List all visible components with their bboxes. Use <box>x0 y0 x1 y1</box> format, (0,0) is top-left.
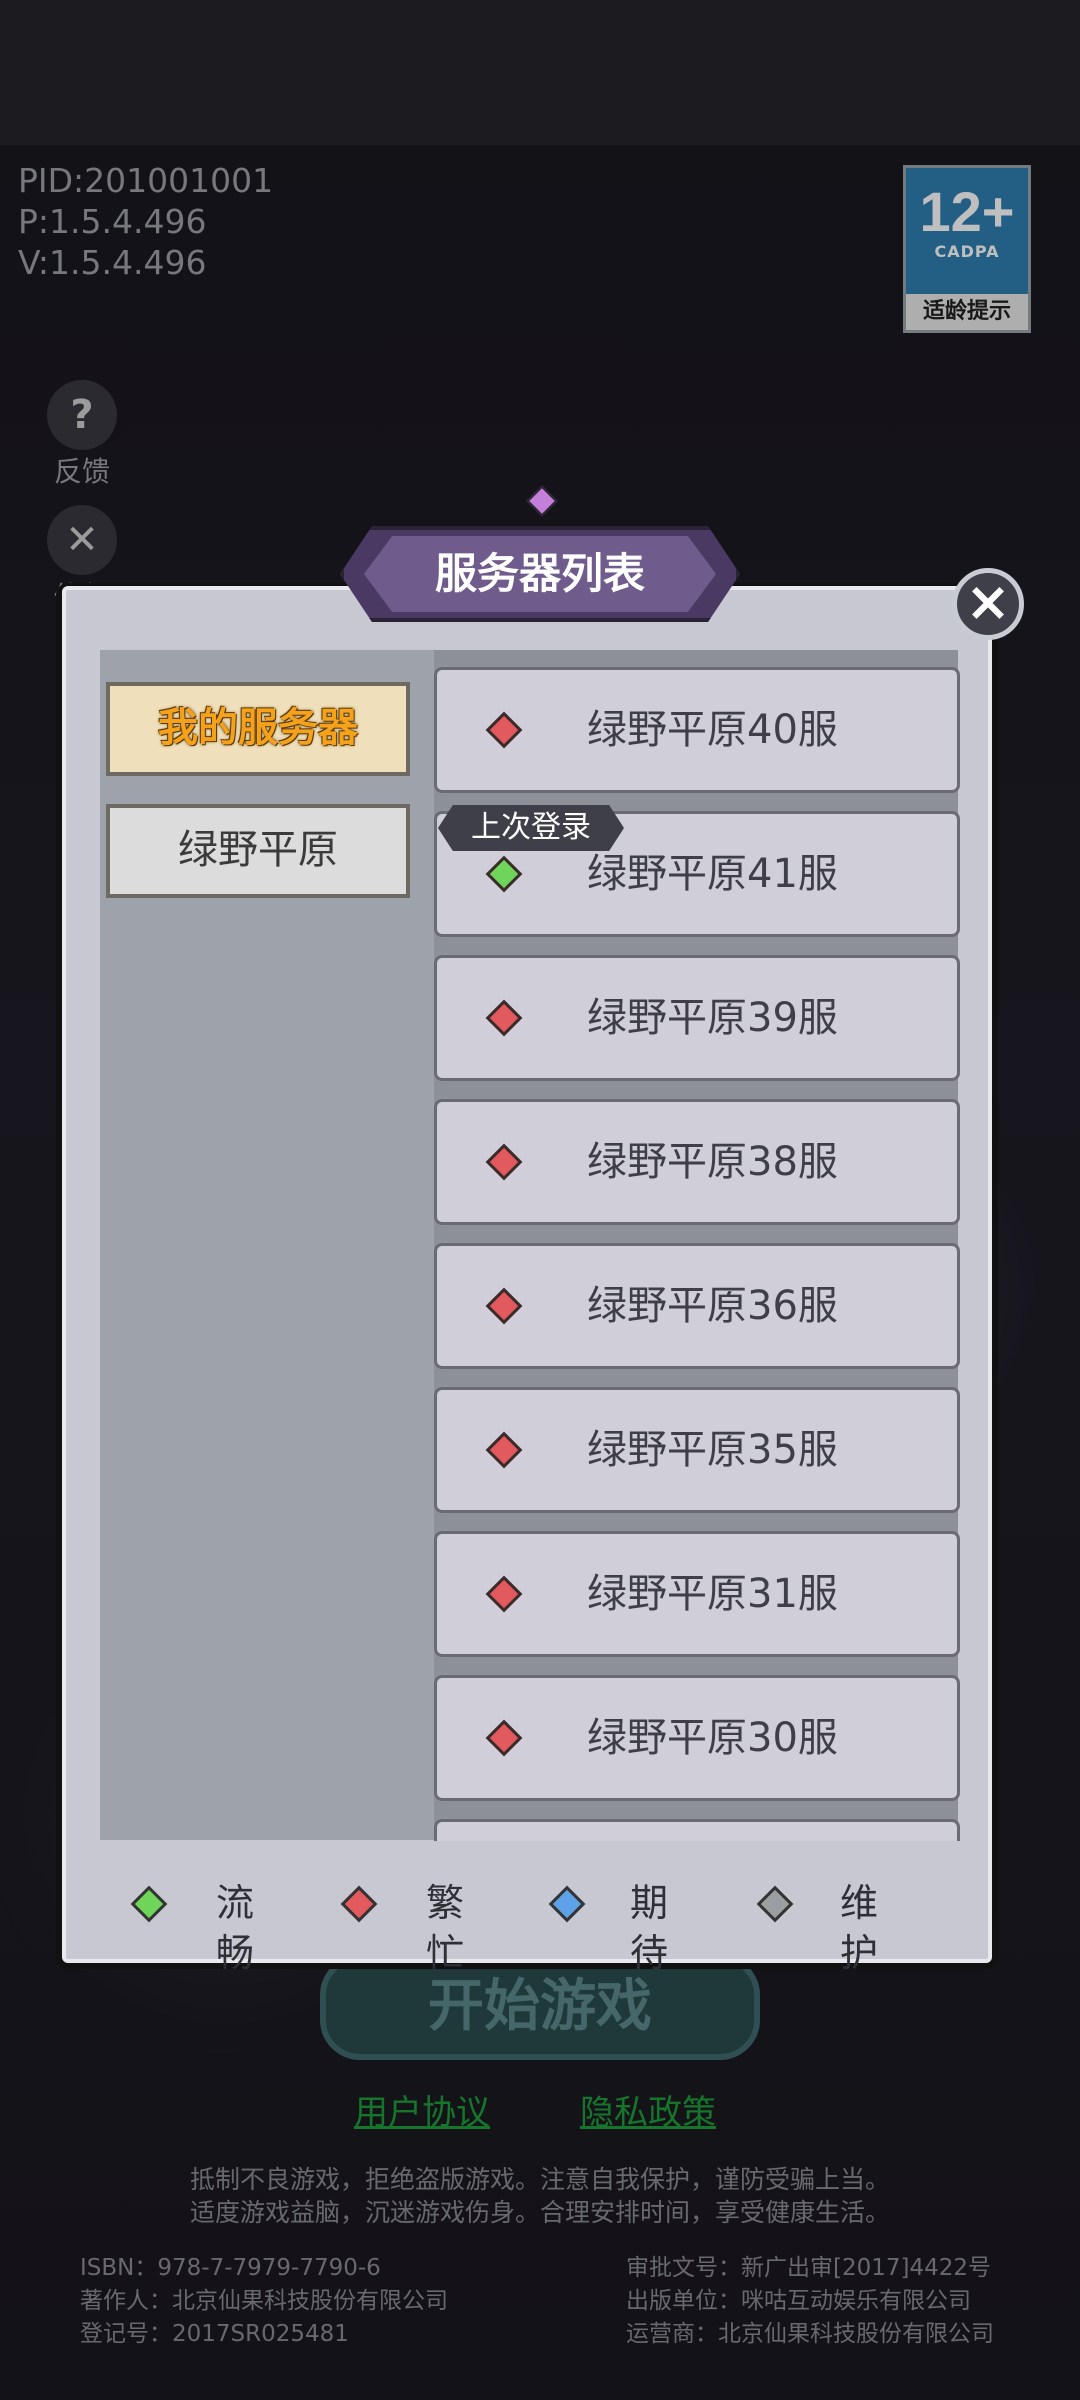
server-item[interactable]: 绿野平原30服 <box>434 1675 960 1801</box>
close-button[interactable]: × <box>952 568 1024 640</box>
server-item[interactable]: 绿野平原39服 <box>434 955 960 1081</box>
tab-my-servers[interactable]: 我的服务器 <box>106 682 410 776</box>
legend-maintain-label: 维护 <box>840 1881 879 1975</box>
busy-status-icon <box>485 1287 523 1325</box>
legend-smooth-label: 流畅 <box>216 1881 255 1975</box>
smooth-status-icon <box>485 855 523 893</box>
modal-title: 服务器列表 <box>434 549 645 598</box>
server-name: 绿野平原35服 <box>587 1427 838 1473</box>
server-item-partial[interactable] <box>434 1819 960 1841</box>
server-name: 绿野平原30服 <box>587 1715 838 1761</box>
server-name: 绿野平原36服 <box>587 1283 838 1329</box>
server-item[interactable]: 绿野平原35服 <box>434 1387 960 1513</box>
server-name: 绿野平原40服 <box>587 707 838 753</box>
server-item[interactable]: 绿野平原38服 <box>434 1099 960 1225</box>
legend-expect-label: 期待 <box>630 1881 669 1975</box>
close-icon: × <box>965 570 1011 633</box>
server-name: 绿野平原39服 <box>587 995 838 1041</box>
tab-lvye-pingyuan[interactable]: 绿野平原 <box>106 804 410 898</box>
last-login-tag: 上次登录 <box>438 805 624 851</box>
server-item[interactable]: 绿野平原40服 <box>434 667 960 793</box>
server-name: 绿野平原38服 <box>587 1139 838 1185</box>
server-item[interactable]: 绿野平原31服 <box>434 1531 960 1657</box>
server-name: 绿野平原41服 <box>587 851 838 897</box>
busy-status-icon <box>485 1431 523 1469</box>
modal-title-plate: 服务器列表 <box>340 526 740 622</box>
busy-status-icon <box>485 999 523 1037</box>
busy-status-icon <box>485 1575 523 1613</box>
legend-busy-label: 繁忙 <box>426 1881 465 1975</box>
busy-status-icon <box>485 1719 523 1757</box>
busy-status-icon <box>485 711 523 749</box>
busy-status-icon <box>485 1143 523 1181</box>
server-name: 绿野平原31服 <box>587 1571 838 1617</box>
server-item[interactable]: 绿野平原36服 <box>434 1243 960 1369</box>
